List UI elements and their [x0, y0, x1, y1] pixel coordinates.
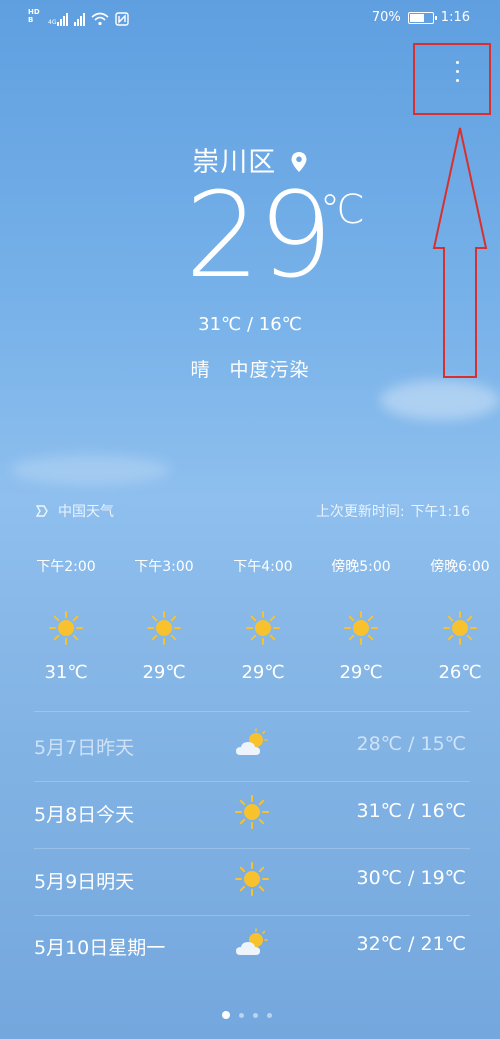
updated-label: 上次更新时间:	[315, 504, 405, 520]
hour-temp: 26℃	[438, 662, 482, 683]
day-label: 5月7日昨天	[34, 737, 135, 759]
daily-row[interactable]: 5月7日昨天 28℃ / 15℃	[34, 725, 470, 765]
hourly-item: 傍晚5:00 29℃	[321, 556, 401, 683]
divider	[34, 848, 470, 849]
battery-icon	[407, 11, 437, 24]
today-temp-range: 31℃ / 16℃	[198, 314, 302, 335]
daily-row[interactable]: 5月8日今天 31℃ / 16℃	[34, 792, 470, 832]
sun-icon	[48, 610, 84, 646]
sun-icon	[146, 610, 182, 646]
page-dot[interactable]	[239, 1012, 244, 1018]
nfc-icon	[115, 12, 130, 26]
source-name[interactable]: 中国天气	[58, 501, 114, 521]
day-label: 5月8日今天	[34, 804, 135, 826]
day-temp-range: 31℃ / 16℃	[356, 800, 466, 822]
weather-condition: 晴	[190, 359, 211, 381]
partly-cloudy-icon	[234, 727, 270, 763]
page-dot[interactable]	[253, 1012, 258, 1018]
hour-time: 下午4:00	[233, 559, 293, 575]
status-time: 1:16	[440, 10, 470, 25]
hourly-item: 下午4:00 29℃	[223, 556, 303, 683]
partly-cloudy-icon	[234, 927, 270, 963]
hourly-item: 傍晚6:00 26℃	[420, 556, 500, 683]
page-indicator[interactable]	[222, 1011, 272, 1019]
hour-time: 下午3:00	[134, 559, 194, 575]
hd-call-icon: HD B	[28, 8, 40, 24]
sun-icon	[343, 610, 379, 646]
sun-icon	[245, 610, 281, 646]
sun-icon	[234, 861, 270, 897]
daily-row[interactable]: 5月10日星期一 32℃ / 21℃	[34, 925, 470, 965]
hour-temp: 29℃	[339, 662, 383, 683]
daily-row[interactable]: 5月9日明天 30℃ / 19℃	[34, 859, 470, 899]
background-cloud	[380, 380, 500, 420]
hour-temp: 31℃	[44, 662, 88, 683]
divider	[34, 781, 470, 782]
day-label: 5月9日明天	[34, 871, 135, 893]
current-condition: 晴 中度污染	[0, 355, 500, 382]
network-type-label: 4G	[48, 19, 57, 26]
data-source-row: 中国天气 上次更新时间: 下午1:16	[34, 501, 470, 523]
air-quality[interactable]: 中度污染	[230, 359, 310, 381]
battery-percent: 70%	[371, 10, 401, 25]
hourly-item: 下午2:00 31℃	[26, 556, 106, 683]
hour-time: 傍晚6:00	[430, 559, 490, 575]
menu-highlight-box[interactable]	[413, 43, 491, 115]
background-cloud	[10, 455, 170, 485]
day-temp-range: 28℃ / 15℃	[356, 733, 466, 755]
hour-time: 傍晚5:00	[331, 559, 391, 575]
hourly-item: 下午3:00 29℃	[124, 556, 204, 683]
current-temperature: 29	[185, 166, 333, 304]
day-temp-range: 30℃ / 19℃	[356, 867, 466, 889]
day-temp-range: 32℃ / 21℃	[356, 933, 466, 955]
hour-temp: 29℃	[241, 662, 285, 683]
signal-strength-icon	[57, 12, 69, 26]
day-label: 5月10日星期一	[34, 937, 166, 959]
temperature-unit: ℃	[320, 187, 365, 233]
page-dot[interactable]	[267, 1012, 272, 1018]
signal-strength-2-icon	[74, 12, 86, 26]
hour-temp: 29℃	[142, 662, 186, 683]
divider	[34, 915, 470, 916]
divider	[34, 711, 470, 712]
more-options-icon[interactable]	[456, 61, 460, 82]
hour-time: 下午2:00	[36, 559, 96, 575]
sun-icon	[234, 794, 270, 830]
china-weather-logo-icon	[35, 505, 48, 517]
sun-icon	[442, 610, 478, 646]
page-dot[interactable]	[222, 1011, 230, 1019]
hourly-forecast[interactable]: 下午2:00 31℃ 下午3:00 29℃ 下午4:00 29℃ 傍晚5:00	[0, 556, 500, 706]
updated-time: 下午1:16	[410, 504, 470, 520]
status-bar: HD B 4G 70% 1:16	[0, 0, 500, 38]
wifi-icon	[91, 12, 109, 26]
